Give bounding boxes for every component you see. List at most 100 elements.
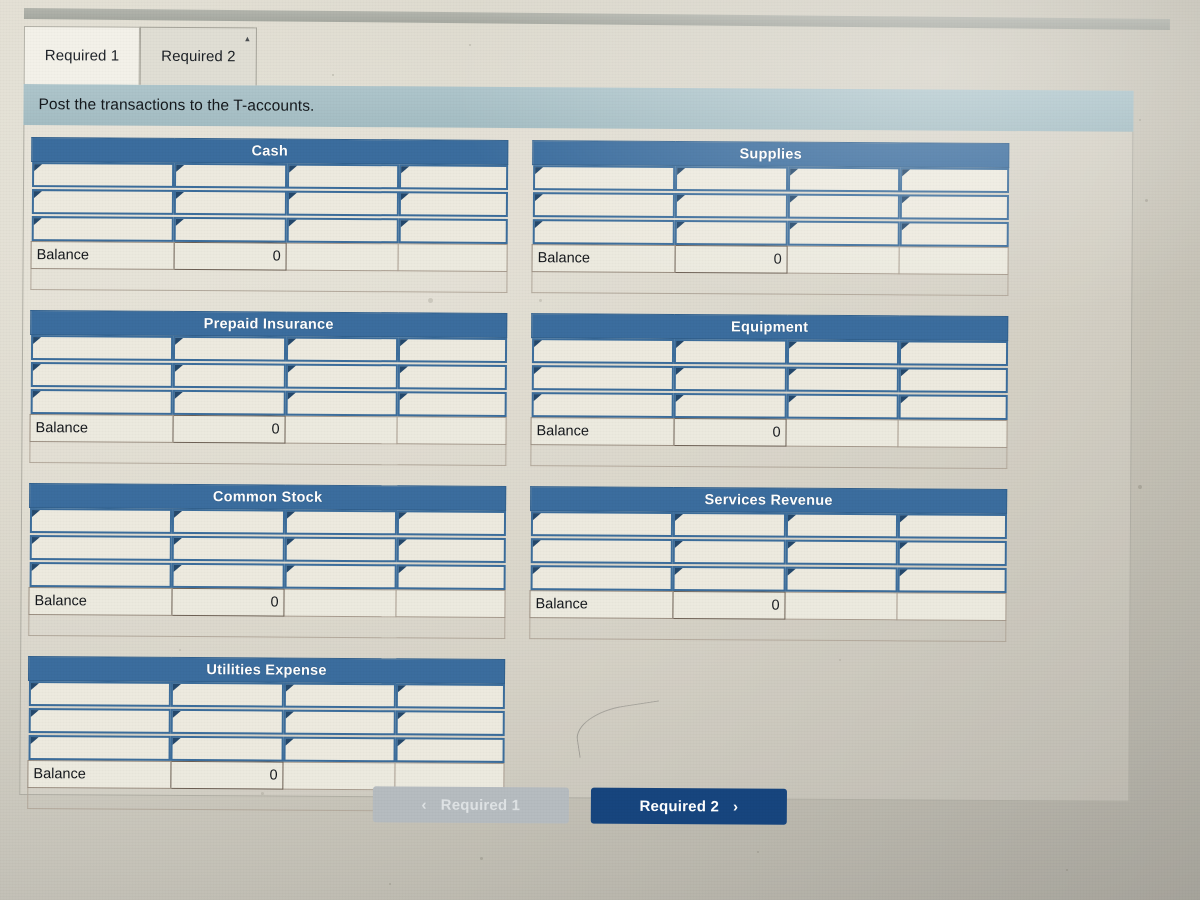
t-account-input-cash-r3-c1[interactable]	[31, 216, 175, 242]
t-account-input-cash-r1-c2[interactable]	[174, 162, 287, 189]
t-account-input-utilities-expense-r3-c1[interactable]	[28, 735, 171, 761]
t-account-input-prepaid-insurance-r1-c2[interactable]	[173, 335, 286, 362]
t-account-entry-row	[31, 189, 508, 217]
t-account-input-common-stock-r1-c1[interactable]	[29, 508, 173, 534]
t-account-input-common-stock-r1-c2[interactable]	[172, 508, 285, 535]
t-account-input-services-revenue-r3-c3[interactable]	[785, 566, 898, 593]
t-account-input-prepaid-insurance-r3-c1[interactable]	[30, 389, 174, 415]
tab-required-1[interactable]: Required 1	[23, 26, 141, 85]
t-account-input-supplies-r3-c1[interactable]	[532, 219, 676, 245]
t-account-input-prepaid-insurance-r2-c1[interactable]	[30, 362, 174, 388]
t-account-input-equipment-r3-c1[interactable]	[531, 392, 675, 418]
t-account-input-prepaid-insurance-r3-c2[interactable]	[172, 389, 286, 416]
t-account-input-cash-r3-c3[interactable]	[286, 217, 399, 244]
t-account-input-utilities-expense-r2-c3[interactable]	[283, 709, 396, 736]
balance-value-common-stock: 0	[171, 588, 285, 617]
t-account-input-common-stock-r2-c3[interactable]	[284, 536, 397, 563]
requirement-tabs: Required 1 ▴ Required 2	[23, 26, 257, 86]
t-account-input-common-stock-r3-c1[interactable]	[29, 562, 173, 588]
t-account-input-utilities-expense-r1-c4[interactable]	[395, 683, 505, 709]
t-account-input-cash-r2-c4[interactable]	[398, 191, 508, 217]
t-account-input-cash-r3-c4[interactable]	[398, 218, 508, 244]
t-account-input-services-revenue-r3-c4[interactable]	[897, 567, 1007, 594]
t-account-input-equipment-r1-c2[interactable]	[674, 338, 787, 365]
t-account-input-prepaid-insurance-r1-c1[interactable]	[30, 335, 174, 361]
dropdown-marker-icon	[173, 683, 182, 691]
t-account-input-services-revenue-r1-c3[interactable]	[785, 512, 898, 539]
t-account-input-prepaid-insurance-r2-c3[interactable]	[285, 363, 398, 390]
next-requirement-button[interactable]: Required 2 ›	[590, 787, 787, 825]
t-account-entry-row	[28, 681, 505, 709]
t-account-input-supplies-r1-c2[interactable]	[675, 165, 788, 192]
t-account-input-services-revenue-r2-c1[interactable]	[530, 538, 674, 564]
balance-blank-credit-prepaid-insurance	[285, 416, 398, 444]
t-account-input-services-revenue-r1-c4[interactable]	[897, 513, 1007, 540]
t-account-input-common-stock-r2-c2[interactable]	[172, 535, 285, 562]
t-account-entry-row	[531, 365, 1008, 394]
t-account-input-utilities-expense-r2-c4[interactable]	[395, 710, 505, 736]
t-account-input-prepaid-insurance-r2-c4[interactable]	[397, 364, 507, 390]
t-account-input-utilities-expense-r3-c2[interactable]	[170, 735, 284, 762]
t-account-input-equipment-r1-c1[interactable]	[531, 338, 675, 364]
t-account-input-utilities-expense-r3-c4[interactable]	[395, 737, 505, 763]
t-account-input-services-revenue-r3-c2[interactable]	[672, 565, 786, 592]
t-account-input-utilities-expense-r1-c2[interactable]	[171, 681, 284, 708]
t-account-input-supplies-r2-c1[interactable]	[532, 192, 676, 218]
t-account-input-supplies-r1-c1[interactable]	[532, 165, 676, 191]
t-account-input-equipment-r2-c1[interactable]	[531, 365, 675, 391]
t-account-input-cash-r2-c2[interactable]	[174, 189, 287, 216]
t-account-input-cash-r2-c3[interactable]	[286, 190, 399, 217]
t-account-input-supplies-r2-c4[interactable]	[899, 194, 1009, 221]
t-account-input-equipment-r1-c4[interactable]	[898, 340, 1008, 367]
t-account-input-supplies-r2-c2[interactable]	[675, 192, 788, 219]
t-account-input-services-revenue-r2-c3[interactable]	[785, 539, 898, 566]
t-account-input-prepaid-insurance-r1-c3[interactable]	[285, 336, 399, 363]
balance-blank-amount-supplies	[899, 246, 1009, 275]
t-account-input-utilities-expense-r1-c3[interactable]	[283, 682, 396, 709]
t-account-input-services-revenue-r2-c2[interactable]	[673, 538, 786, 565]
t-account-input-common-stock-r2-c4[interactable]	[396, 537, 506, 563]
t-account-input-utilities-expense-r2-c1[interactable]	[28, 708, 172, 734]
t-account-input-cash-r1-c1[interactable]	[31, 162, 175, 188]
t-account-input-utilities-expense-r3-c3[interactable]	[283, 736, 396, 763]
t-account-input-common-stock-r3-c2[interactable]	[171, 562, 285, 589]
t-account-input-common-stock-r3-c4[interactable]	[396, 564, 506, 590]
t-account-input-cash-r3-c2[interactable]	[173, 216, 287, 243]
t-account-title-utilities-expense: Utilities Expense	[28, 656, 505, 684]
t-account-input-supplies-r3-c4[interactable]	[899, 221, 1009, 248]
dropdown-marker-icon	[397, 685, 406, 693]
prev-requirement-button[interactable]: ‹ Required 1	[372, 786, 569, 824]
t-account-input-equipment-r1-c3[interactable]	[786, 339, 900, 366]
t-account-input-prepaid-insurance-r3-c3[interactable]	[285, 390, 398, 417]
t-account-input-supplies-r1-c4[interactable]	[899, 167, 1009, 194]
dropdown-marker-icon	[32, 391, 41, 399]
t-account-input-common-stock-r2-c1[interactable]	[29, 535, 173, 561]
t-account-input-equipment-r3-c2[interactable]	[673, 392, 787, 419]
photo-dust-speck	[1144, 198, 1148, 202]
t-account-input-utilities-expense-r1-c1[interactable]	[28, 681, 172, 707]
t-account-input-common-stock-r3-c3[interactable]	[284, 563, 397, 590]
t-account-input-equipment-r3-c4[interactable]	[898, 394, 1008, 421]
tab-required-2[interactable]: ▴ Required 2	[140, 26, 257, 86]
t-account-input-prepaid-insurance-r3-c4[interactable]	[397, 391, 507, 417]
t-account-input-utilities-expense-r2-c2[interactable]	[170, 708, 284, 735]
t-account-input-prepaid-insurance-r2-c2[interactable]	[173, 362, 286, 389]
t-account-input-services-revenue-r3-c1[interactable]	[530, 565, 674, 591]
t-account-input-cash-r1-c3[interactable]	[286, 163, 400, 190]
t-account-input-cash-r1-c4[interactable]	[398, 164, 508, 190]
t-account-input-equipment-r2-c2[interactable]	[674, 365, 787, 392]
t-account-input-supplies-r3-c2[interactable]	[674, 219, 788, 246]
t-account-input-equipment-r2-c3[interactable]	[786, 366, 899, 393]
t-account-input-cash-r2-c1[interactable]	[31, 189, 175, 215]
t-account-input-services-revenue-r1-c2[interactable]	[673, 511, 786, 538]
t-account-input-services-revenue-r2-c4[interactable]	[897, 540, 1007, 567]
t-account-input-supplies-r3-c3[interactable]	[787, 220, 900, 247]
t-account-input-supplies-r2-c3[interactable]	[787, 193, 900, 220]
t-account-input-common-stock-r1-c3[interactable]	[284, 509, 398, 536]
t-account-input-services-revenue-r1-c1[interactable]	[530, 511, 674, 537]
t-account-input-common-stock-r1-c4[interactable]	[396, 510, 506, 536]
t-account-input-supplies-r1-c3[interactable]	[787, 166, 901, 193]
t-account-input-equipment-r3-c3[interactable]	[786, 393, 899, 420]
t-account-input-equipment-r2-c4[interactable]	[898, 367, 1008, 394]
t-account-input-prepaid-insurance-r1-c4[interactable]	[397, 337, 507, 363]
